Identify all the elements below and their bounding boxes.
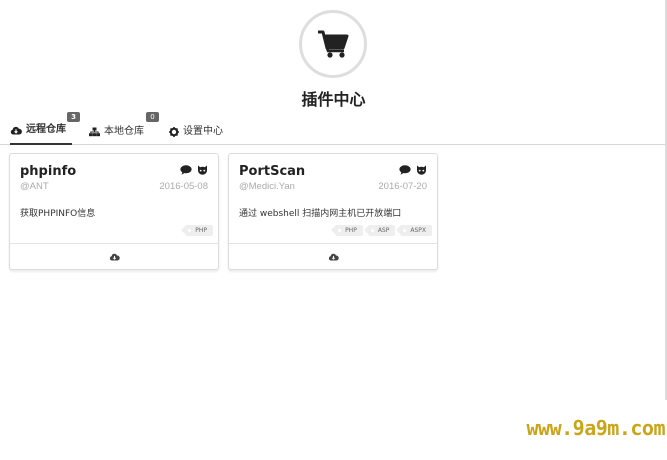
plugin-author[interactable]: @Medici.Yan <box>239 181 295 192</box>
plugin-tags: PHP <box>181 225 213 236</box>
plugin-author[interactable]: @ANT <box>20 181 49 192</box>
gear-icon <box>169 127 179 137</box>
tab-bar: 3 远程仓库 0 本地仓库 设置中心 <box>0 112 667 145</box>
cloud-download-icon <box>109 253 120 261</box>
plugin-tags: PHP ASP ASPX <box>331 225 432 236</box>
comment-icon[interactable] <box>180 165 192 175</box>
plugin-center-logo <box>299 10 367 78</box>
site-watermark: www.9a9m.com <box>526 416 666 440</box>
plugin-card-icons <box>180 165 208 175</box>
plugin-date: 2016-05-08 <box>159 181 208 192</box>
tab-local-repo-badge: 0 <box>146 112 159 122</box>
plugin-card-portscan: PortScan @Medici.Yan 2016-07-20 通过 websh… <box>228 153 438 270</box>
tab-local-repo-label: 本地仓库 <box>104 126 144 137</box>
github-icon[interactable] <box>416 165 427 175</box>
plugin-name: PortScan <box>239 164 306 179</box>
sitemap-icon <box>89 127 100 137</box>
comment-icon[interactable] <box>399 165 411 175</box>
cloud-icon <box>10 126 22 135</box>
plugin-date: 2016-07-20 <box>378 181 427 192</box>
plugin-tag[interactable]: ASPX <box>396 225 432 236</box>
plugin-tag[interactable]: PHP <box>181 225 213 236</box>
tab-remote-repo-badge: 3 <box>67 112 80 122</box>
tab-remote-repo-label: 远程仓库 <box>26 124 66 135</box>
plugin-description: 获取PHPINFO信息 <box>20 209 96 219</box>
plugin-name: phpinfo <box>20 164 77 179</box>
install-button[interactable] <box>10 243 218 269</box>
tab-settings-label: 设置中心 <box>183 126 223 137</box>
github-icon[interactable] <box>197 165 208 175</box>
tab-remote-repo[interactable]: 3 远程仓库 <box>10 112 80 145</box>
page-title: 插件中心 <box>301 90 366 109</box>
plugin-card-phpinfo: phpinfo @ANT 2016-05-08 获取PHPINFO信息 PHP <box>9 153 219 270</box>
plugin-center-page: 插件中心 3 远程仓库 0 本地仓库 设置中心 phpinfo @ANT 201… <box>0 0 667 460</box>
tab-local-repo[interactable]: 0 本地仓库 <box>89 112 159 145</box>
plugin-card-icons <box>399 165 427 175</box>
install-button[interactable] <box>229 243 437 269</box>
shopping-cart-icon <box>318 30 349 58</box>
plugin-description: 通过 webshell 扫描内网主机已开放端口 <box>239 209 402 219</box>
plugin-tag[interactable]: PHP <box>331 225 363 236</box>
cloud-download-icon <box>328 253 339 261</box>
plugin-tag[interactable]: ASP <box>363 225 396 236</box>
tab-settings[interactable]: 设置中心 <box>169 112 223 145</box>
